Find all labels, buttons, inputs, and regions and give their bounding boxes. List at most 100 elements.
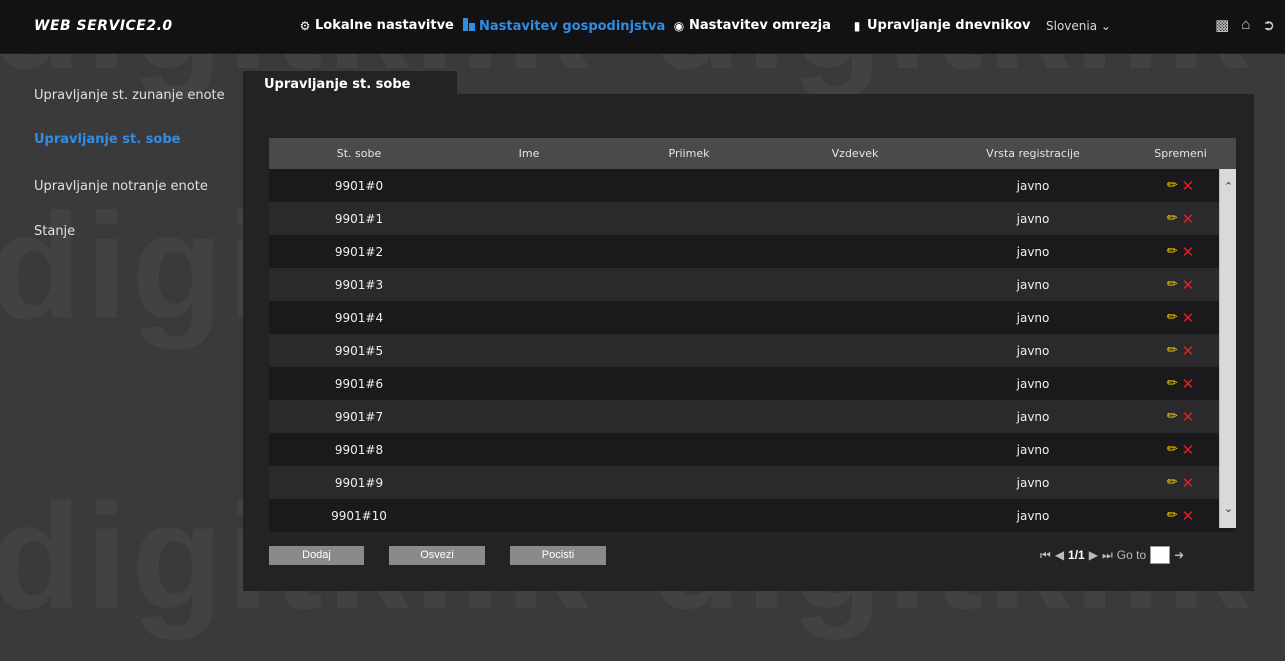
nav-log-management[interactable]: ▮ Upravljanje dnevnikov	[850, 18, 1031, 33]
edit-pencil-icon[interactable]: ✏	[1167, 343, 1178, 358]
room-number-cell: 9901#5	[334, 343, 384, 358]
edit-pencil-icon[interactable]: ✏	[1167, 409, 1178, 424]
goto-page-input[interactable]	[1150, 546, 1171, 564]
registration-cell: javno	[1016, 508, 1050, 523]
sidebar-item-indoor-unit[interactable]: Upravljanje notranje enote	[34, 179, 208, 194]
refresh-button[interactable]: Osvezi	[389, 546, 485, 565]
goto-arrow-icon[interactable]: ➜	[1174, 548, 1184, 562]
room-table: St. sobe Ime Priimek Vzdevek Vrsta regis…	[269, 138, 1236, 532]
edit-pencil-icon[interactable]: ✏	[1167, 475, 1178, 490]
room-number-cell: 9901#1	[334, 211, 384, 226]
nav-network-settings[interactable]: ◉ Nastavitev omrezja	[672, 18, 831, 33]
delete-icon[interactable]: ✕	[1182, 276, 1195, 294]
room-number-cell: 9901#2	[334, 244, 384, 259]
tab-room-number[interactable]: Upravljanje st. sobe	[243, 71, 457, 95]
registration-cell: javno	[1016, 409, 1050, 424]
table-row[interactable]: 9901#10 javno ✏ ✕	[269, 499, 1236, 532]
table-row[interactable]: 9901#5 javno ✏ ✕	[269, 334, 1236, 367]
registration-cell: javno	[1016, 244, 1050, 259]
edit-pencil-icon[interactable]: ✏	[1167, 310, 1178, 325]
add-button[interactable]: Dodaj	[269, 546, 364, 565]
column-header: Priimek	[668, 147, 710, 160]
delete-icon[interactable]: ✕	[1182, 342, 1195, 360]
gear-icon: ⚙	[299, 18, 311, 33]
top-bar: WEB SERVICE2.0 ⚙ Lokalne nastavitve Nast…	[0, 0, 1285, 54]
prev-page-icon[interactable]: ◀	[1055, 548, 1064, 562]
delete-icon[interactable]: ✕	[1182, 507, 1195, 525]
edit-pencil-icon[interactable]: ✏	[1167, 277, 1178, 292]
column-header: Spremeni	[1154, 147, 1207, 160]
registration-cell: javno	[1016, 442, 1050, 457]
sidebar-item-status[interactable]: Stanje	[34, 224, 75, 239]
first-page-icon[interactable]: ⏮	[1040, 548, 1051, 563]
table-row[interactable]: 9901#0 javno ✏ ✕	[269, 169, 1236, 202]
language-select[interactable]: Slovenia ⌄	[1046, 19, 1111, 33]
room-number-cell: 9901#6	[334, 376, 384, 391]
edit-pencil-icon[interactable]: ✏	[1167, 376, 1178, 391]
registration-cell: javno	[1016, 277, 1050, 292]
edit-pencil-icon[interactable]: ✏	[1167, 442, 1178, 457]
table-row[interactable]: 9901#7 javno ✏ ✕	[269, 400, 1236, 433]
room-number-cell: 9901#3	[334, 277, 384, 292]
nav-household-settings[interactable]: Nastavitev gospodinjstva	[462, 18, 665, 34]
nav-label: Upravljanje dnevnikov	[867, 18, 1031, 33]
registration-cell: javno	[1016, 343, 1050, 358]
nav-label: Lokalne nastavitve	[315, 18, 454, 33]
sidebar-item-room-number[interactable]: Upravljanje st. sobe	[34, 132, 180, 147]
registration-cell: javno	[1016, 310, 1050, 325]
delete-icon[interactable]: ✕	[1182, 210, 1195, 228]
scroll-up-icon[interactable]: ⌃	[1222, 181, 1235, 194]
column-header: St. sobe	[336, 147, 382, 160]
delete-icon[interactable]: ✕	[1182, 441, 1195, 459]
room-number-cell: 9901#4	[334, 310, 384, 325]
delete-icon[interactable]: ✕	[1182, 375, 1195, 393]
delete-icon[interactable]: ✕	[1182, 177, 1195, 195]
edit-pencil-icon[interactable]: ✏	[1167, 178, 1178, 193]
table-row[interactable]: 9901#9 javno ✏ ✕	[269, 466, 1236, 499]
nav-local-settings[interactable]: ⚙ Lokalne nastavitve	[298, 18, 454, 33]
last-page-icon[interactable]: ⏭	[1102, 548, 1113, 563]
logout-icon[interactable]: ➲	[1262, 16, 1275, 34]
registration-cell: javno	[1016, 475, 1050, 490]
clear-button[interactable]: Pocisti	[510, 546, 606, 565]
room-number-cell: 9901#10	[331, 508, 387, 523]
table-row[interactable]: 9901#1 javno ✏ ✕	[269, 202, 1236, 235]
room-number-cell: 9901#0	[334, 178, 384, 193]
globe-icon: ◉	[673, 18, 685, 33]
edit-pencil-icon[interactable]: ✏	[1167, 211, 1178, 226]
language-value: Slovenia	[1046, 19, 1098, 33]
registration-cell: javno	[1016, 376, 1050, 391]
edit-pencil-icon[interactable]: ✏	[1167, 508, 1178, 523]
room-number-cell: 9901#7	[334, 409, 384, 424]
home-icon[interactable]: ⌂	[1241, 16, 1250, 34]
logo: WEB SERVICE2.0	[34, 18, 173, 34]
registration-cell: javno	[1016, 178, 1050, 193]
table-row[interactable]: 9901#2 javno ✏ ✕	[269, 235, 1236, 268]
building-icon	[462, 18, 476, 34]
pagination: ⏮ ◀ 1/1 ▶ ⏭ Go to ➜	[1040, 546, 1184, 564]
table-body: 9901#0 javno ✏ ✕ 9901#1 javno ✏ ✕ 9901#2 javno ✏ ✕ 9…	[269, 169, 1236, 532]
delete-icon[interactable]: ✕	[1182, 243, 1195, 261]
log-icon: ▮	[853, 18, 861, 33]
table-header: St. sobe Ime Priimek Vzdevek Vrsta regis…	[269, 138, 1236, 169]
next-page-icon[interactable]: ▶	[1089, 548, 1098, 562]
room-number-cell: 9901#8	[334, 442, 384, 457]
table-row[interactable]: 9901#4 javno ✏ ✕	[269, 301, 1236, 334]
table-row[interactable]: 9901#8 javno ✏ ✕	[269, 433, 1236, 466]
table-row[interactable]: 9901#3 javno ✏ ✕	[269, 268, 1236, 301]
edit-pencil-icon[interactable]: ✏	[1167, 244, 1178, 259]
delete-icon[interactable]: ✕	[1182, 309, 1195, 327]
sidebar-item-outdoor-unit[interactable]: Upravljanje st. zunanje enote	[34, 88, 225, 103]
column-header: Vrsta registracije	[986, 147, 1080, 160]
header-icons: ▩ ⌂ ➲	[1215, 16, 1275, 34]
user-icon[interactable]: ▩	[1215, 16, 1229, 34]
table-scrollbar[interactable]: ⌃ ⌄	[1219, 169, 1236, 528]
table-row[interactable]: 9901#6 javno ✏ ✕	[269, 367, 1236, 400]
nav-label: Nastavitev omrezja	[689, 18, 831, 33]
page-indicator: 1/1	[1068, 548, 1085, 562]
delete-icon[interactable]: ✕	[1182, 474, 1195, 492]
column-header: Vzdevek	[831, 147, 879, 160]
delete-icon[interactable]: ✕	[1182, 408, 1195, 426]
registration-cell: javno	[1016, 211, 1050, 226]
scroll-down-icon[interactable]: ⌄	[1222, 503, 1235, 516]
